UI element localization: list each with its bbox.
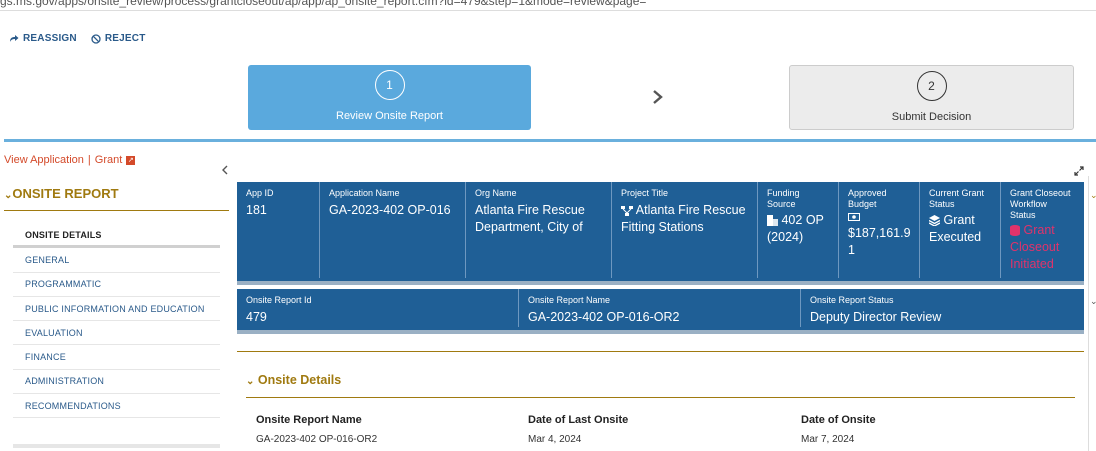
- summary-approved-budget: Approved Budget $187,161.9 1: [838, 182, 919, 278]
- sidebar-item-evaluation[interactable]: EVALUATION: [13, 321, 220, 346]
- step-label: Submit Decision: [891, 111, 972, 123]
- sidebar-divider: [4, 210, 229, 211]
- stepper-underline: [4, 139, 1096, 142]
- summary-funding-source: Funding Source 402 OP (2024): [757, 182, 838, 278]
- sidebar-footer-divider: [13, 444, 220, 448]
- application-summary-panel: App ID 181 Application Name GA-2023-402 …: [237, 182, 1084, 285]
- field-date-of-last-onsite: Date of Last Onsite Mar 4, 2024: [528, 414, 629, 445]
- browser-url-bar[interactable]: gs.ms.gov/apps/onsite_review/process/gra…: [0, 0, 1096, 11]
- summary-onsite-report-id: Onsite Report Id 479: [246, 295, 312, 324]
- content-scrollbar[interactable]: [1088, 176, 1089, 451]
- step-label: Review Onsite Report: [336, 110, 443, 122]
- sidebar-title[interactable]: ⌄ONSITE REPORT: [4, 186, 119, 201]
- field-date-of-onsite: Date of Onsite Mar 7, 2024: [801, 414, 876, 445]
- summary-bottom-bar: [237, 330, 1084, 334]
- grant-label: Grant: [94, 154, 123, 166]
- content-divider: [237, 351, 1084, 352]
- summary-bottom-bar: [237, 281, 1084, 285]
- url-text: gs.ms.gov/apps/onsite_review/process/gra…: [0, 0, 647, 8]
- summary-application-name: Application Name GA-2023-402 OP-016: [319, 182, 465, 278]
- reassign-button[interactable]: REASSIGN: [9, 33, 77, 44]
- sidebar-item-onsite-details[interactable]: ONSITE DETAILS: [13, 224, 220, 249]
- sidebar-nav: ONSITE DETAILS GENERAL PROGRAMMATIC PUBL…: [13, 224, 220, 419]
- link-separator: |: [87, 154, 91, 166]
- sitemap-icon: [621, 205, 633, 216]
- expand-icon[interactable]: [1074, 166, 1084, 176]
- ban-icon: [91, 33, 101, 44]
- sidebar-item-public-information[interactable]: PUBLIC INFORMATION AND EDUCATION: [13, 297, 220, 322]
- money-bill-icon: [848, 213, 919, 221]
- step-submit-decision[interactable]: 2 Submit Decision: [789, 65, 1074, 130]
- section-divider: [246, 397, 1075, 398]
- reject-button[interactable]: REJECT: [91, 33, 146, 44]
- external-link-icon: ↗: [126, 155, 136, 165]
- sidebar-item-recommendations[interactable]: RECOMMENDATIONS: [13, 394, 220, 419]
- summary-current-grant-status: Current Grant Status Grant Executed: [919, 182, 1000, 278]
- step-number: 2: [916, 71, 947, 101]
- chevron-right-icon: [651, 87, 665, 107]
- summary-app-id: App ID 181: [246, 188, 274, 217]
- collapse-sidebar-icon[interactable]: [221, 165, 229, 175]
- summary-closeout-status: Grant Closeout Workflow Status Grant Clo…: [1000, 182, 1084, 278]
- chevron-down-icon[interactable]: ⌄: [1090, 296, 1096, 307]
- layers-icon: [929, 215, 940, 227]
- view-application-link[interactable]: View Application | Grant ↗: [4, 154, 136, 166]
- sidebar-item-finance[interactable]: FINANCE: [13, 345, 220, 370]
- chevron-down-icon: ⌄: [246, 376, 255, 387]
- database-icon: [1010, 225, 1020, 237]
- view-application-label: View Application: [4, 154, 84, 166]
- summary-onsite-report-name: Onsite Report Name GA-2023-402 OP-016-OR…: [518, 289, 799, 327]
- funding-icon: [767, 215, 778, 227]
- share-arrow-icon: [9, 34, 19, 43]
- onsite-report-summary-panel: Onsite Report Id 479 Onsite Report Name …: [237, 289, 1084, 334]
- sidebar-item-administration[interactable]: ADMINISTRATION: [13, 370, 220, 395]
- chevron-down-icon[interactable]: ⌄: [1090, 190, 1096, 201]
- reassign-label: REASSIGN: [23, 33, 77, 44]
- field-onsite-report-name: Onsite Report Name GA-2023-402 OP-016-OR…: [256, 414, 378, 445]
- step-number: 1: [374, 70, 405, 100]
- summary-org-name: Org Name Atlanta Fire Rescue Department,…: [465, 182, 611, 278]
- reject-label: REJECT: [104, 33, 146, 44]
- summary-onsite-report-status: Onsite Report Status Deputy Director Rev…: [800, 289, 1084, 327]
- action-bar: REASSIGN REJECT: [9, 33, 146, 44]
- sidebar-item-programmatic[interactable]: PROGRAMMATIC: [13, 273, 220, 297]
- step-review-onsite-report[interactable]: 1 Review Onsite Report: [248, 65, 531, 130]
- summary-project-title: Project Title Atlanta Fire Rescue Fittin…: [611, 182, 757, 278]
- sidebar-item-general[interactable]: GENERAL: [13, 248, 220, 273]
- section-header-onsite-details[interactable]: ⌄ Onsite Details: [246, 373, 341, 387]
